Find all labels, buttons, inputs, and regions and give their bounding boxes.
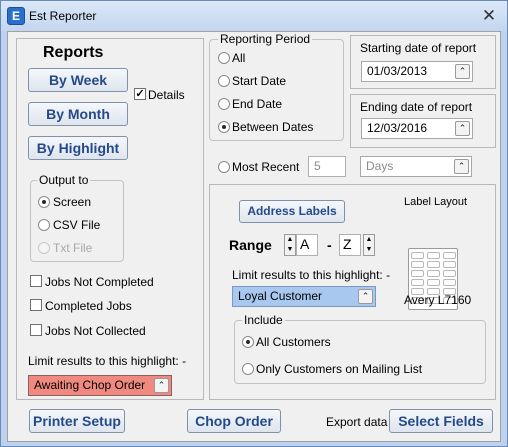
include-legend: Include [242,313,285,327]
app-window: E Est Reporter ✕ Reports By Week ✓ Detai… [0,0,508,447]
address-highlight-label: Limit results to this highlight: - [232,268,391,282]
by-month-button[interactable]: By Month [28,102,128,126]
range-from-spinner[interactable]: ▲ ▼ [284,234,296,256]
period-between-dates-radio[interactable] [218,121,230,133]
label-layout-name: Avery L7160 [404,293,472,307]
select-fields-label: Select Fields [398,413,484,429]
end-date-label: Ending date of report [360,100,473,114]
screen-label: Screen [53,195,92,209]
period-start-date-label: Start Date [232,74,287,88]
range-dash: - [327,237,332,253]
end-date-picker[interactable]: 12/03/2016 ⌃ [361,118,473,139]
period-end-date-radio[interactable] [218,98,230,110]
label-layout-title: Label Layout [404,196,467,208]
range-to-field[interactable]: Z [339,234,361,256]
csv-file-label: CSV File [53,218,101,232]
most-recent-unit-select[interactable]: Days ⌃ [360,156,472,177]
title-bar[interactable]: E Est Reporter ✕ [1,1,507,31]
output-to-legend: Output to [37,173,91,187]
jobs-not-completed-checkbox[interactable] [30,275,42,287]
completed-jobs-checkbox[interactable] [30,299,42,311]
most-recent-label: Most Recent [232,160,300,174]
client-area: Reports By Week ✓ Details By Month By Hi… [7,31,501,442]
by-highlight-button[interactable]: By Highlight [28,136,128,160]
completed-jobs-label: Completed Jobs [45,299,132,313]
range-to-spinner[interactable]: ▲ ▼ [363,234,375,256]
by-highlight-label: By Highlight [36,140,120,156]
screen-radio[interactable] [38,196,50,208]
details-checkbox[interactable]: ✓ [134,88,146,100]
calendar-dropdown-icon[interactable]: ⌃ [455,121,470,136]
start-date-label: Starting date of report [360,41,477,55]
mailing-list-radio[interactable] [242,363,254,375]
chop-order-button[interactable]: Chop Order [187,409,281,433]
window-title: Est Reporter [29,9,97,23]
jobs-not-collected-checkbox[interactable] [30,324,42,336]
by-week-label: By Week [48,72,108,88]
by-week-button[interactable]: By Week [28,68,128,92]
chevron-down-icon[interactable]: ⌃ [358,289,373,304]
txt-file-radio [38,242,50,254]
period-all-radio[interactable] [218,52,230,64]
most-recent-radio[interactable] [218,161,230,173]
all-customers-label: All Customers [256,335,331,349]
range-from-field[interactable]: A [296,234,318,256]
chevron-down-icon[interactable]: ⌃ [154,378,169,393]
select-fields-button[interactable]: Select Fields [389,409,493,433]
csv-file-radio[interactable] [38,219,50,231]
mailing-list-label: Only Customers on Mailing List [256,362,423,376]
left-highlight-label: Limit results to this highlight: - [28,354,187,368]
jobs-not-collected-label: Jobs Not Collected [45,324,146,338]
period-start-date-radio[interactable] [218,75,230,87]
details-label: Details [148,88,185,102]
start-date-picker[interactable]: 01/03/2013 ⌃ [361,61,473,82]
period-all-label: All [232,51,246,65]
period-end-date-label: End Date [232,97,283,111]
range-label: Range [229,237,272,253]
address-labels-button[interactable]: Address Labels [239,200,345,223]
jobs-not-completed-label: Jobs Not Completed [45,275,154,289]
address-highlight-value: Loyal Customer [238,289,323,303]
start-date-value: 01/03/2013 [367,64,428,78]
all-customers-radio[interactable] [242,336,254,348]
most-recent-unit-value: Days [366,159,394,173]
reports-heading: Reports [43,44,104,61]
printer-setup-button[interactable]: Printer Setup [29,409,125,433]
by-month-label: By Month [46,106,110,122]
address-labels-label: Address Labels [247,204,337,218]
address-highlight-select[interactable]: Loyal Customer ⌃ [232,286,376,307]
calendar-dropdown-icon[interactable]: ⌃ [455,64,470,79]
period-between-dates-label: Between Dates [232,120,314,134]
close-icon[interactable]: ✕ [479,6,499,26]
app-icon: E [7,7,25,25]
left-highlight-select[interactable]: Awaiting Chop Order ⌃ [28,375,172,396]
chevron-down-icon[interactable]: ⌃ [454,159,469,174]
most-recent-count[interactable]: 5 [308,156,346,177]
export-data-label: Export data [326,415,388,429]
chop-order-label: Chop Order [195,413,273,429]
left-highlight-value: Awaiting Chop Order [34,378,146,392]
printer-setup-label: Printer Setup [33,413,121,429]
reporting-period-legend: Reporting Period [218,32,313,46]
txt-file-label: Txt File [53,241,93,255]
end-date-value: 12/03/2016 [367,121,428,135]
